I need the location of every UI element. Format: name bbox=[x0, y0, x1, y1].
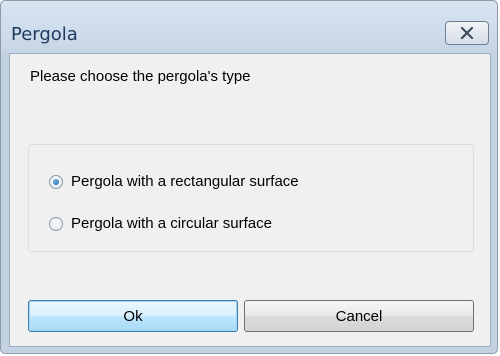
type-options-group: Pergola with a rectangular surface Pergo… bbox=[28, 144, 474, 252]
radio-label-rectangular: Pergola with a rectangular surface bbox=[71, 173, 299, 190]
dialog-body: Please choose the pergola's type Pergola… bbox=[9, 53, 491, 347]
radio-rectangular-option[interactable]: Pergola with a rectangular surface bbox=[49, 173, 299, 190]
radio-button-unchecked[interactable] bbox=[49, 216, 63, 231]
close-button[interactable] bbox=[445, 21, 489, 45]
dialog-window: Pergola Please choose the pergola's type… bbox=[0, 0, 498, 354]
ok-button[interactable]: Ok bbox=[28, 300, 238, 332]
radio-circular-option[interactable]: Pergola with a circular surface bbox=[49, 215, 272, 232]
title-bar[interactable]: Pergola bbox=[1, 1, 497, 53]
radio-label-circular: Pergola with a circular surface bbox=[71, 215, 272, 232]
close-x-icon bbox=[460, 27, 474, 39]
radio-button-checked[interactable] bbox=[49, 174, 63, 189]
window-title: Pergola bbox=[11, 24, 78, 45]
cancel-button[interactable]: Cancel bbox=[244, 300, 474, 332]
prompt-text: Please choose the pergola's type bbox=[30, 68, 251, 85]
